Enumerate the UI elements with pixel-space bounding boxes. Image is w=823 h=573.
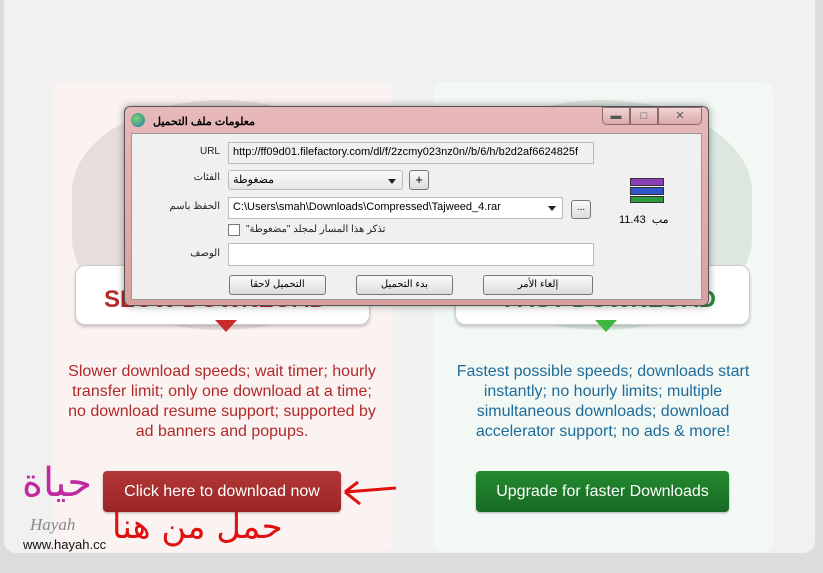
- start-download-button[interactable]: بدء التحميل: [356, 275, 453, 295]
- handwritten-note: حمل من هنا: [112, 507, 283, 547]
- browse-button[interactable]: ...: [571, 200, 591, 219]
- saveas-label: الحفظ باسم: [169, 201, 220, 212]
- free-download-button[interactable]: Click here to download now: [103, 471, 341, 512]
- winrar-archive-icon: [630, 178, 664, 204]
- triangle-down-icon: [215, 320, 237, 332]
- category-label: الفئات: [193, 172, 220, 183]
- free-description: Slower download speeds; wait timer; hour…: [68, 363, 376, 440]
- saveas-value: C:\Users\smah\Downloads\Compressed\Tajwe…: [233, 201, 501, 213]
- file-size-value: 11.43: [619, 214, 646, 226]
- remember-path-label: تذكر هذا المسار لمجلد "مضغوطة": [246, 224, 386, 235]
- remember-path-checkbox[interactable]: [228, 224, 240, 236]
- idm-app-icon: [131, 113, 145, 127]
- red-arrow-icon: [344, 480, 397, 506]
- download-info-dialog: معلومات ملف التحميل ▬ □ ✕ URL http://ff0…: [124, 106, 709, 306]
- maximize-button[interactable]: □: [630, 107, 658, 125]
- close-button[interactable]: ✕: [658, 107, 702, 125]
- chevron-down-icon: [548, 206, 556, 211]
- triangle-down-icon: [595, 320, 617, 332]
- url-field[interactable]: http://ff09d01.filefactory.com/dl/f/2zcm…: [228, 142, 594, 164]
- add-category-button[interactable]: +: [409, 170, 429, 190]
- dialog-title: معلومات ملف التحميل: [153, 116, 255, 128]
- category-value: مضغوطة: [233, 174, 275, 186]
- download-later-button[interactable]: التحميل لاحقا: [229, 275, 326, 295]
- cancel-button[interactable]: إلغاء الأمر: [483, 275, 593, 295]
- minimize-button[interactable]: ▬: [602, 107, 630, 125]
- url-label: URL: [199, 146, 220, 157]
- dialog-body: URL http://ff09d01.filefactory.com/dl/f/…: [131, 133, 702, 300]
- hayah-logo: ﺣﻴﺎﺓ Hayah: [22, 460, 92, 534]
- upgrade-button[interactable]: Upgrade for faster Downloads: [476, 471, 729, 512]
- category-select[interactable]: مضغوطة: [228, 170, 403, 190]
- watermark-site: www.hayah.cc: [23, 537, 107, 552]
- description-label: الوصف: [190, 248, 220, 259]
- chevron-down-icon: [388, 179, 396, 184]
- description-input[interactable]: [228, 243, 594, 266]
- file-size: 11.43 مب: [619, 213, 669, 226]
- saveas-combobox[interactable]: C:\Users\smah\Downloads\Compressed\Tajwe…: [228, 197, 563, 219]
- file-size-unit: مب: [651, 214, 669, 226]
- premium-description: Fastest possible speeds; downloads start…: [456, 363, 750, 440]
